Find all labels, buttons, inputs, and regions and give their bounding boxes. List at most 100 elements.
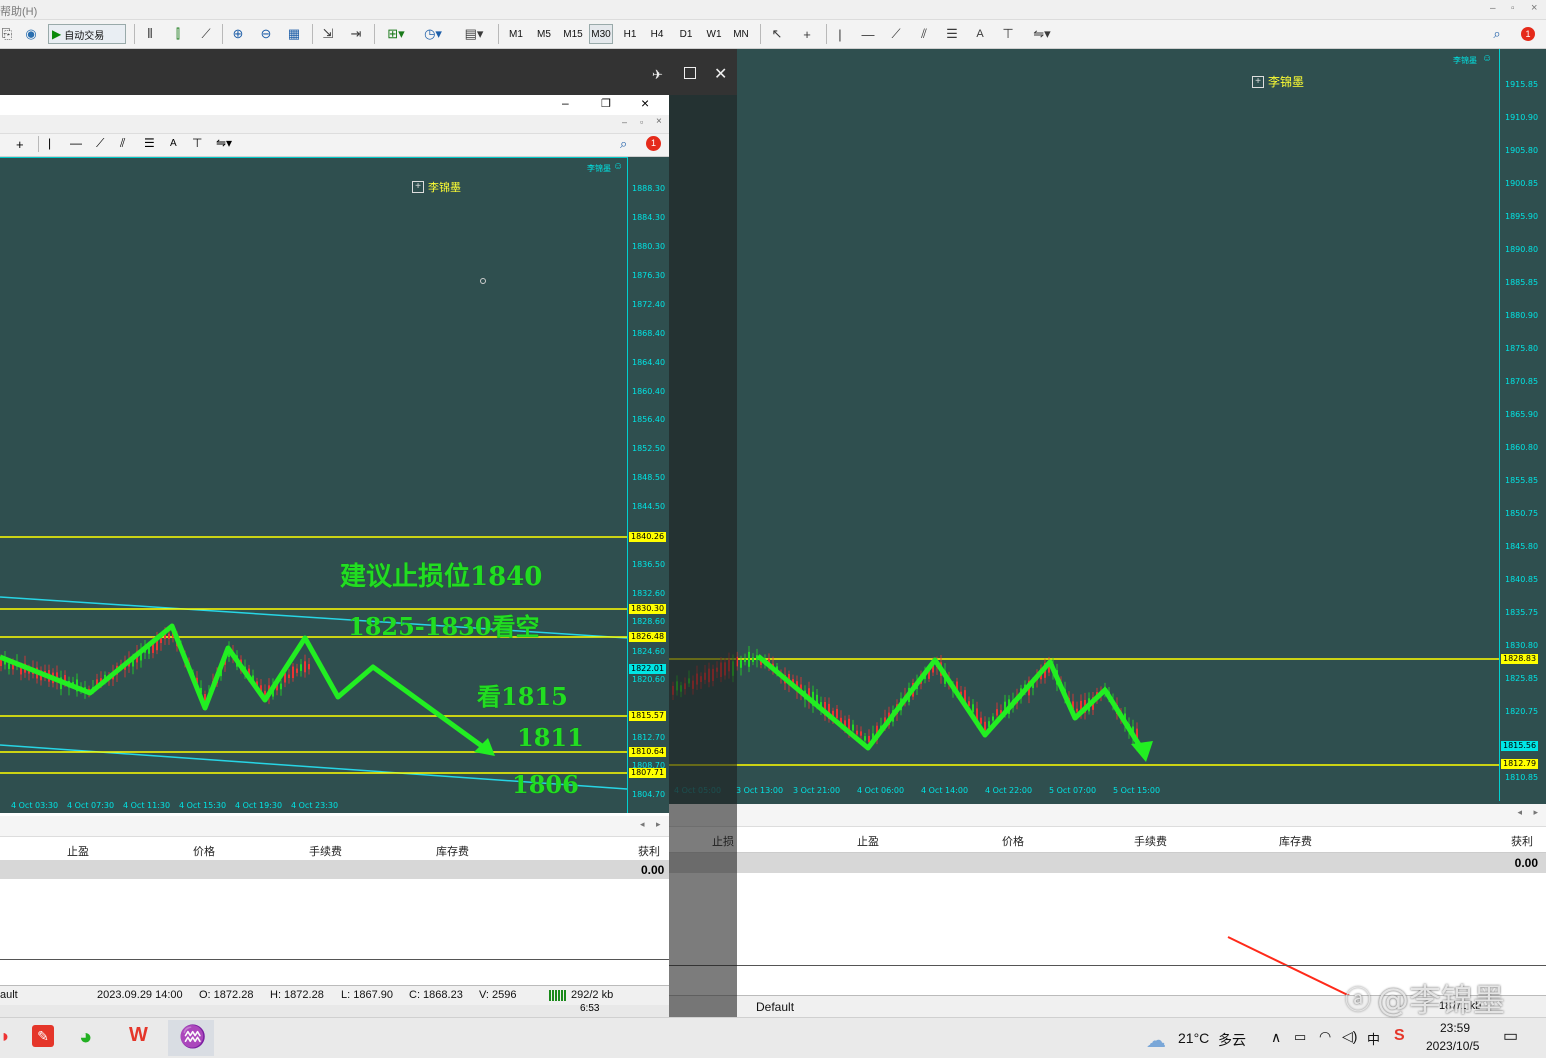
right-time-tick-3: 4 Oct 06:00	[857, 786, 905, 795]
right-price-tick-15: 1840.85	[1505, 574, 1539, 584]
pdf-app-icon[interactable]: ✎	[32, 1025, 54, 1047]
right-price-tick-14: 1845.80	[1505, 541, 1539, 551]
left-price-tick-3: 1876.30	[632, 271, 666, 280]
candle-body	[996, 709, 998, 716]
right-price-tick-2: 1905.80	[1505, 145, 1539, 155]
candle-body	[280, 683, 282, 690]
left-scroll-left-icon[interactable]: ◂	[640, 819, 645, 830]
left-price-tag-0: 1840.26	[629, 532, 667, 542]
left-time-tick-2: 4 Oct 11:30	[123, 801, 171, 810]
candle-body	[868, 735, 870, 743]
candle-body	[292, 666, 294, 679]
app-icon-partial[interactable]: ◗	[0, 1026, 11, 1047]
left-price-tick-7: 1860.40	[632, 387, 666, 396]
right-price-tick-9: 1870.85	[1505, 376, 1539, 386]
status-low: L: 1867.90	[341, 989, 393, 1001]
maximize-icon[interactable]	[684, 67, 696, 79]
watermark-text: @李锦墨	[1377, 981, 1506, 1019]
right-price-tick-0: 1915.85	[1505, 80, 1539, 89]
notification-center-icon[interactable]: ▭	[1503, 1026, 1518, 1046]
status-volume: V: 2596	[479, 989, 517, 1001]
volume-icon[interactable]: ◁)	[1342, 1028, 1357, 1045]
left-clock: 6:53	[580, 1003, 600, 1014]
col-profit[interactable]: 获利	[1511, 833, 1533, 849]
candle-body	[836, 708, 838, 719]
left-profit-total: 0.00	[641, 863, 665, 877]
status-open: O: 1872.28	[199, 989, 254, 1001]
annotation-target-1806: 1806	[512, 770, 579, 799]
price-tag-1812: 1812.79	[1501, 759, 1539, 769]
col-commission[interactable]: 手续费	[1134, 833, 1167, 849]
left-price-tag-3: 1822.01	[629, 664, 667, 674]
left-price-tick-18: 1824.60	[632, 647, 666, 656]
col-take-profit[interactable]: 止盈	[857, 833, 879, 849]
left-price-tag-6: 1807.71	[629, 768, 667, 778]
weather-desc[interactable]: 多云	[1218, 1030, 1246, 1050]
status-profile: ault	[0, 989, 18, 1001]
candle-body	[856, 730, 858, 735]
taskbar-time[interactable]: 23:59	[1440, 1021, 1470, 1035]
active-app-highlight[interactable]: ♒	[168, 1020, 214, 1056]
left-price-tick-5: 1868.40	[632, 329, 666, 338]
left-col-price[interactable]: 价格	[193, 843, 215, 859]
right-total-row: 0.00	[669, 853, 1546, 873]
right-price-tick-1: 1910.90	[1505, 112, 1539, 122]
left-price-tick-16: 1828.60	[632, 617, 666, 626]
cursor-dot	[480, 278, 486, 284]
left-time-tick-4: 4 Oct 19:30	[235, 801, 283, 810]
left-col-take-profit[interactable]: 止盈	[67, 843, 89, 859]
price-tag-1815: 1815.56	[1501, 741, 1539, 751]
right-time-tick-5: 4 Oct 22:00	[985, 786, 1033, 795]
right-price-tick-19: 1820.75	[1505, 706, 1539, 716]
right-price-tick-11: 1860.80	[1505, 442, 1539, 452]
left-price-tag-2: 1826.48	[629, 632, 667, 642]
connection-bars-icon	[549, 990, 567, 1001]
metatrader-icon: ♒	[179, 1024, 207, 1049]
left-total-row: 0.00	[0, 860, 669, 879]
overlay-close-icon[interactable]: ✕	[714, 64, 727, 84]
right-trend-arrow[interactable]	[756, 654, 1149, 758]
candle-body	[296, 668, 298, 673]
tray-chevron-icon[interactable]: ∧	[1271, 1029, 1281, 1046]
left-price-tick-22: 1812.70	[632, 733, 666, 742]
right-time-tick-4: 4 Oct 14:00	[921, 786, 969, 795]
taskbar-date[interactable]: 2023/10/5	[1426, 1039, 1479, 1053]
left-col-swap[interactable]: 库存费	[436, 843, 469, 859]
col-price[interactable]: 价格	[1002, 833, 1024, 849]
left-time-tick-0: 4 Oct 03:30	[11, 801, 59, 810]
ime-indicator[interactable]: 中	[1367, 1029, 1380, 1048]
col-swap[interactable]: 库存费	[1279, 833, 1312, 849]
left-price-tick-10: 1848.50	[632, 473, 666, 482]
right-price-tick-21: 1810.85	[1505, 772, 1539, 782]
annotation-target-1815: 看1815	[477, 682, 568, 711]
candle-body	[972, 704, 974, 713]
left-scroll-right-icon[interactable]: ▸	[656, 819, 661, 830]
scroll-left-icon[interactable]: ◂	[1517, 807, 1522, 818]
wifi-icon[interactable]: ◠	[1319, 1028, 1331, 1045]
candle-body	[968, 701, 970, 706]
weather-cloud-icon: ☁	[1146, 1030, 1166, 1052]
annotation-target-1811: 1811	[517, 723, 584, 752]
candle-body	[20, 667, 22, 675]
weather-temp[interactable]: 21°C	[1178, 1030, 1209, 1046]
candle-body	[992, 716, 994, 721]
left-trend-arrow[interactable]	[0, 623, 492, 755]
left-price-tick-26: 1804.70	[632, 790, 666, 799]
input-method-icon[interactable]: S	[1394, 1027, 1405, 1045]
wechat-icon[interactable]: ◕	[79, 1024, 92, 1050]
candle-body	[168, 633, 170, 639]
right-price-tick-18: 1825.85	[1505, 673, 1539, 683]
watermark-logo-icon: ⓐ	[1345, 985, 1372, 1016]
battery-icon[interactable]: ▭	[1294, 1029, 1306, 1045]
left-col-commission[interactable]: 手续费	[309, 843, 342, 859]
scroll-right-icon[interactable]: ▸	[1533, 807, 1538, 818]
left-col-profit[interactable]: 获利	[638, 843, 660, 859]
watermark: ⓐ @李锦墨	[1345, 975, 1505, 1021]
right-scroll-strip: ◂ ▸	[669, 804, 1546, 827]
taskbar: ◗ ✎ ◕ W ♒ ☁ 21°C 多云 ∧ ▭ ◠ ◁) 中 S 23:59 2…	[0, 1017, 1546, 1058]
left-price-tick-8: 1856.40	[632, 415, 666, 424]
left-scroll-strip: ◂ ▸	[0, 816, 669, 837]
wps-icon[interactable]: W	[129, 1024, 148, 1047]
right-arrowhead	[1131, 741, 1153, 762]
left-status-bar: ault 2023.09.29 14:00 O: 1872.28 H: 1872…	[0, 985, 669, 1006]
